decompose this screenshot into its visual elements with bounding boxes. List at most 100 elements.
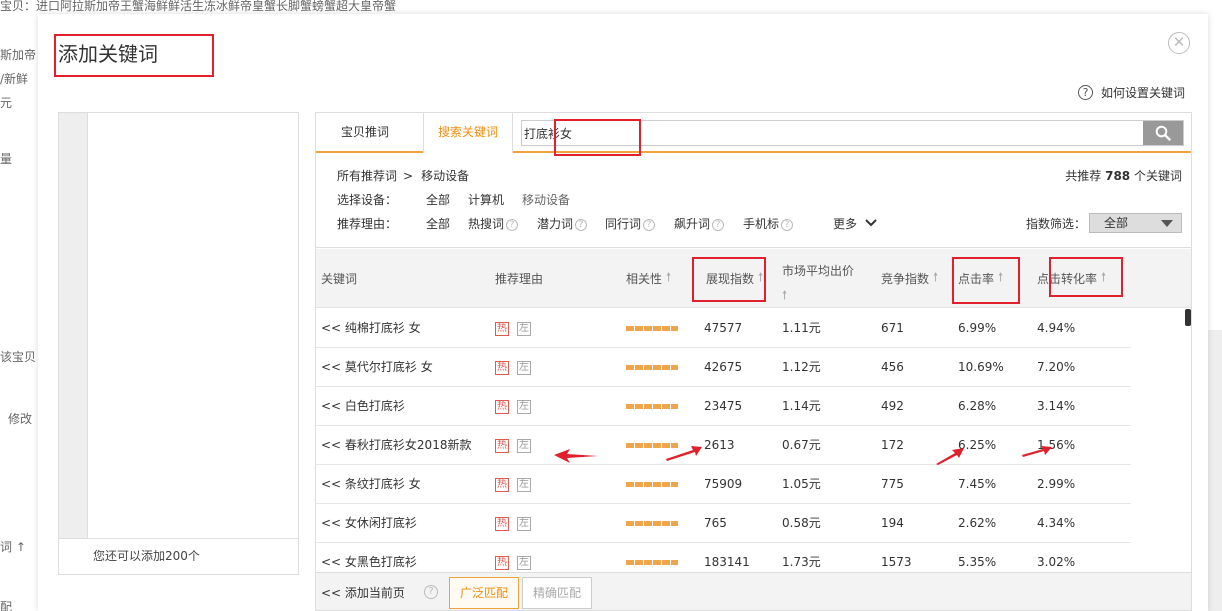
column-label: 市场平均出价 (782, 264, 855, 278)
hot-tag: 热 (495, 477, 509, 492)
background-item-title: 宝贝：进口阿拉斯加帝王蟹海鲜鲜活生冻冰鲜帝皇蟹长脚蟹螃蟹超大皇帝蟹 (0, 0, 397, 13)
column-label: 点击率 (958, 272, 995, 286)
avg-bid-cell: 0.58元 (782, 516, 821, 530)
column-keyword: 关键词 (321, 272, 358, 286)
column-ctr[interactable]: 点击率 🠕 (958, 249, 1003, 308)
column-relevance[interactable]: 相关性 🠕 (626, 249, 671, 308)
table-row[interactable]: << 条纹打底衫 女 75909 1.05元 775 7.45% 2.99% 热左 (316, 465, 1131, 504)
left-tag: 左 (517, 477, 531, 492)
add-current-page-button[interactable]: << 添加当前页 (321, 573, 405, 610)
total-prefix: 共推荐 (1065, 169, 1102, 183)
reason-option-hot[interactable]: 热搜词? (468, 215, 519, 232)
breadcrumb-root[interactable]: 所有推荐词 (337, 169, 397, 183)
keyword-cell[interactable]: << 条纹打底衫 女 (321, 465, 421, 504)
reason-option-potential[interactable]: 潜力词? (537, 215, 588, 232)
impression-cell: 23475 (704, 399, 743, 413)
keyword-cell[interactable]: << 纯棉打底衫 女 (321, 309, 421, 348)
relevance-bar (626, 521, 678, 526)
table-scrollbar-thumb[interactable] (1185, 309, 1191, 326)
exact-match-button[interactable]: 精确匹配 (522, 577, 593, 609)
more-label: 更多 (833, 217, 858, 231)
impression-cell: 2613 (704, 438, 735, 452)
hot-tag: 热 (495, 516, 509, 531)
reason-option-all[interactable]: 全部 (426, 215, 450, 232)
breadcrumb: 所有推荐词 > 移动设备 (337, 167, 469, 184)
cvr-cell: 4.34% (1037, 516, 1076, 530)
question-icon: ? (643, 219, 656, 231)
sort-arrow-icon: 🠕 (933, 270, 939, 284)
relevance-bar (626, 482, 678, 487)
column-label: 展现指数 (706, 272, 755, 286)
broad-match-button[interactable]: 广泛匹配 (449, 577, 520, 609)
column-impression[interactable]: 展现指数 🠕 (706, 249, 763, 308)
impression-cell: 765 (704, 516, 727, 530)
total-number: 788 (1105, 169, 1131, 183)
tab-search-keywords[interactable]: 搜索关键词 (423, 113, 514, 153)
table-scrollbar[interactable] (1184, 309, 1191, 571)
reason-option-rising[interactable]: 飙升词? (674, 215, 725, 232)
avg-bid-cell: 1.12元 (782, 360, 821, 374)
reason-option-label: 热搜词 (468, 217, 505, 231)
reason-cell: 热左 (495, 348, 539, 387)
reason-option-mobile[interactable]: 手机标? (743, 215, 794, 232)
column-reason: 推荐理由 (495, 272, 544, 286)
relevance-cell (626, 309, 678, 348)
reason-cell: 热左 (495, 465, 539, 504)
question-icon: ? (712, 219, 725, 231)
keyword-cell[interactable]: << 春秋打底衫女2018新款 (321, 426, 471, 465)
table-row[interactable]: << 春秋打底衫女2018新款 2613 0.67元 172 6.25% 1.56% 热左 (316, 426, 1131, 465)
relevance-bar (626, 365, 678, 370)
cvr-cell: 3.14% (1037, 399, 1076, 413)
table-row[interactable]: << 白色打底衫 23475 1.14元 492 6.28% 3.14% 热左 (316, 387, 1131, 426)
search-input[interactable] (522, 121, 1142, 145)
question-icon: ? (1078, 85, 1093, 100)
competition-cell: 172 (881, 438, 904, 452)
keyword-cell[interactable]: << 女休闲打底衫 (321, 504, 417, 543)
table-footer: << 添加当前页 ? 广泛匹配 精确匹配 (316, 572, 1191, 610)
cvr-cell: 4.94% (1037, 321, 1076, 335)
tab-item-recommend[interactable]: 宝贝推词 (341, 113, 389, 151)
device-option-all[interactable]: 全部 (426, 191, 450, 208)
help-link[interactable]: ? 如何设置关键词 (1078, 84, 1185, 101)
bg-fragment: 量 (0, 152, 13, 166)
question-icon: ? (575, 219, 588, 231)
reason-cell: 热左 (495, 309, 539, 348)
bg-fragment: 修改 (8, 412, 33, 426)
sort-arrow-icon: 🠕 (666, 270, 672, 284)
bg-fragment: 配 (0, 600, 13, 611)
relevance-bar (626, 326, 678, 331)
search-button[interactable] (1143, 121, 1183, 145)
keyword-cell[interactable]: << 莫代尔打底衫 女 (321, 348, 433, 387)
avg-bid-cell: 1.05元 (782, 477, 821, 491)
table-row[interactable]: << 女休闲打底衫 765 0.58元 194 2.62% 4.34% 热左 (316, 504, 1131, 543)
column-avg-bid[interactable]: 市场平均出价 🠕 (782, 259, 854, 307)
reason-option-label: 手机标 (743, 217, 780, 231)
device-label: 选择设备： (337, 193, 398, 207)
remaining-count: 您还可以添加200个 (59, 538, 298, 574)
table-row[interactable]: << 纯棉打底衫 女 47577 1.11元 671 6.99% 4.94% 热左 (316, 309, 1131, 348)
bg-fragment: 词 ↑ (0, 540, 26, 554)
reason-label: 推荐理由： (337, 217, 398, 231)
reason-cell: 热左 (495, 387, 539, 426)
device-option-mobile[interactable]: 移动设备 (522, 191, 570, 208)
ctr-cell: 2.62% (958, 516, 997, 530)
keyword-cell[interactable]: << 白色打底衫 (321, 387, 405, 426)
more-filters-button[interactable]: 更多 (833, 215, 877, 232)
column-competition[interactable]: 竞争指数 🠕 (881, 249, 938, 308)
close-button[interactable]: ✕ (1168, 32, 1190, 54)
competition-cell: 194 (881, 516, 904, 530)
ctr-cell: 6.99% (958, 321, 997, 335)
impression-cell: 75909 (704, 477, 743, 491)
index-filter-select[interactable]: 全部 (1089, 213, 1182, 233)
column-label: 竞争指数 (881, 272, 930, 286)
table-row[interactable]: << 莫代尔打底衫 女 42675 1.12元 456 10.69% 7.20% 热左 (316, 348, 1131, 387)
chevron-down-icon (865, 219, 877, 227)
column-cvr[interactable]: 点击转化率 🠕 (1037, 249, 1106, 308)
left-tag: 左 (517, 516, 531, 531)
relevance-cell (626, 387, 678, 426)
reason-option-peer[interactable]: 同行词? (605, 215, 656, 232)
device-option-computer[interactable]: 计算机 (468, 191, 504, 208)
avg-bid-cell: 1.11元 (782, 321, 821, 335)
relevance-bar (626, 404, 678, 409)
filter-area: 所有推荐词 > 移动设备 共推荐 788 个关键词 选择设备： 全部 计算机 移动设… (316, 155, 1191, 248)
